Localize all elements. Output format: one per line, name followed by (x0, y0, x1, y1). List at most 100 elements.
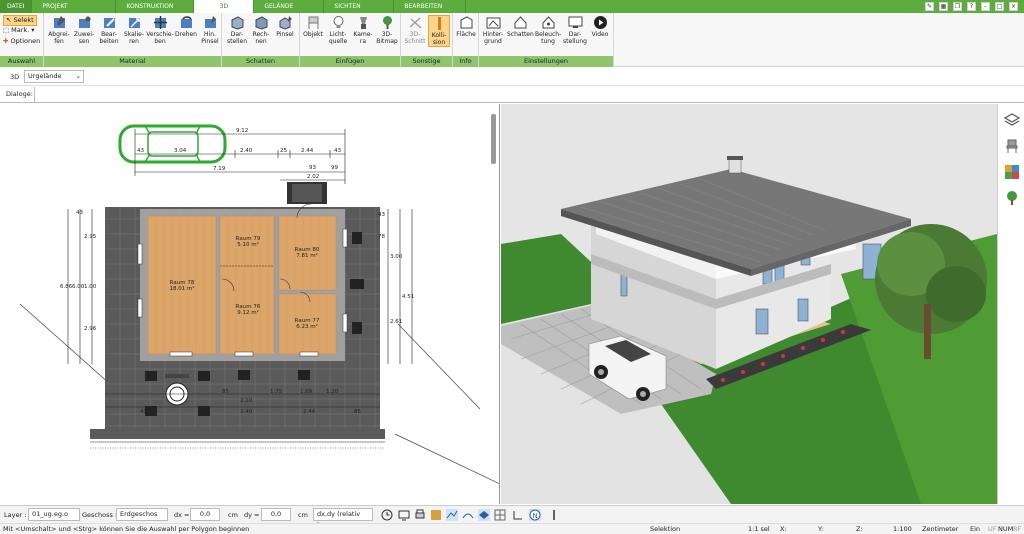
hint-text: Mit <Umschalt> und <Strg> können Sie die… (3, 525, 250, 533)
move-icon (153, 16, 167, 29)
chair-icon (308, 16, 318, 29)
dim-label: 1.00 (84, 284, 97, 290)
camera-icon (359, 17, 367, 29)
mode-indicator: Selektion (650, 525, 681, 533)
tab-datei[interactable]: DATEI (0, 0, 33, 13)
help-icon[interactable]: ? (967, 2, 976, 11)
tab-projekt[interactable]: PROJEKT (32, 0, 117, 13)
tree-icon (382, 16, 392, 29)
group-label-sonstige: Sonstige (401, 56, 452, 67)
mark-button[interactable]: ⬚ Mark. ▾ (3, 26, 35, 35)
coordinate-mode-select[interactable]: dx,dy (relativ ka (313, 508, 373, 529)
close-icon[interactable]: × (1009, 2, 1018, 11)
drehen-button[interactable]: Drehen (175, 15, 197, 38)
kollision-button[interactable]: Kolli-sion (428, 15, 450, 47)
layer-label: Layer : (4, 511, 27, 519)
darstellung-button[interactable]: Dar-stellung (563, 15, 587, 45)
plane-icon[interactable] (478, 509, 490, 521)
restore-icon[interactable]: ❐ (953, 2, 962, 11)
palette-icon[interactable] (1004, 164, 1020, 180)
pinsel-button[interactable]: Pinsel (274, 15, 296, 38)
beleuchtung-button[interactable]: Beleuch-tung (535, 15, 561, 45)
skalieren-button[interactable]: Skalie-ren (123, 15, 145, 45)
maximize-icon[interactable]: □ (995, 2, 1004, 11)
pencil-icon[interactable]: ✎ (925, 2, 934, 11)
collision-icon (437, 17, 441, 30)
geschoss-select[interactable]: Erdgeschos (116, 508, 168, 521)
zuweisen-button[interactable]: Zuwei-sen (73, 15, 95, 45)
schatten-settings-button[interactable]: Schatten (507, 15, 534, 38)
kamera-button[interactable]: Kame-ra (352, 15, 374, 45)
terrain-select-value: Urgelände (28, 72, 62, 80)
lichtquelle-button[interactable]: Licht-quelle (326, 15, 350, 45)
grid-icon[interactable] (494, 509, 506, 521)
selection-count: 1:1 sel (748, 525, 770, 533)
tab-3d[interactable]: 3D (194, 0, 255, 13)
dim-label: 2.40 (240, 409, 253, 415)
play-icon (593, 16, 607, 29)
minimize-icon[interactable]: – (981, 2, 990, 11)
dx-input[interactable]: 0,0 (190, 508, 220, 521)
video-button[interactable]: Video (589, 15, 611, 38)
tab-konstruktion[interactable]: KONSTRUKTION (116, 0, 195, 13)
abgreifen-button[interactable]: Abgrei-fen (48, 15, 70, 45)
view-selector-bar: 3D Urgelände ⌄ (0, 68, 1024, 86)
dy-input[interactable]: 0,0 (261, 508, 291, 521)
objekt-button[interactable]: Objekt (302, 15, 324, 38)
section-icon (409, 17, 421, 29)
optionen-button[interactable]: ✚ Optionen (3, 37, 40, 46)
scale-indicator: 1:100 (893, 525, 912, 533)
print-icon[interactable] (414, 509, 426, 521)
floor-plan-view[interactable]: Raum 78 18.01 m² Raum 79 5.10 m² Raum 80 7.… (0, 104, 500, 504)
tab-bearbeiten[interactable]: BEARBEITEN (394, 0, 467, 13)
flaeche-button[interactable]: Fläche (455, 15, 477, 38)
3d-view[interactable] (501, 104, 997, 504)
dim-label: 1.75 (270, 389, 283, 395)
layers-icon[interactable] (1004, 112, 1020, 128)
rechnen-button[interactable]: Rech-nen (250, 15, 272, 45)
layout-icon[interactable]: ▦ (939, 2, 948, 11)
brush-icon (204, 16, 216, 28)
hin-pinsel-button[interactable]: Hin. Pinsel (199, 15, 221, 45)
room-label-78: Raum 78 18.01 m² (169, 280, 195, 292)
screen-icon[interactable] (398, 509, 410, 521)
3d-bitmap-button[interactable]: 3D-Bitmap (376, 15, 398, 45)
layer-select[interactable]: 01_ug.eg.o (28, 508, 80, 521)
group-label-einfuegen: Einfügen (300, 56, 400, 67)
dim-label: 25 (280, 148, 287, 154)
darstellen-button[interactable]: Dar-stellen (226, 15, 248, 45)
clock-icon[interactable] (381, 509, 393, 521)
pin-icon[interactable] (548, 509, 560, 521)
dim-label: 2.10 (240, 398, 253, 404)
geschoss-label: Geschoss : (82, 511, 118, 519)
group-label-auswahl: Auswahl (0, 56, 43, 67)
verschieben-button[interactable]: Verschie-ben (146, 15, 174, 45)
dim-label: 99 (331, 165, 338, 171)
x-coordinate: X: (780, 525, 787, 533)
dim-label: 6.00 (72, 284, 85, 290)
tree-icon[interactable] (1004, 190, 1020, 206)
plus-icon: ✚ (3, 37, 9, 45)
house-shadow-icon (514, 16, 526, 29)
chair-icon[interactable] (1004, 138, 1020, 154)
snap-icon[interactable] (430, 509, 442, 521)
hintergrund-button[interactable]: Hinter-grund (481, 15, 505, 45)
divider (34, 87, 35, 103)
line-snap-icon[interactable] (446, 509, 458, 521)
north-icon[interactable]: N (529, 509, 541, 521)
cube-shade-icon (231, 16, 243, 30)
tab-sichten[interactable]: SICHTEN (324, 0, 395, 13)
terrain-select[interactable]: Urgelände ⌄ (24, 70, 84, 83)
material-edit-icon (103, 18, 115, 28)
bearbeiten-button[interactable]: Bear-beiten (98, 15, 120, 45)
dim-label: 43 (378, 212, 385, 218)
dim-label: 6.86 (60, 284, 73, 290)
tab-gelaende[interactable]: GELÄNDE (254, 0, 325, 13)
3d-schnitt-button[interactable]: 3D-Schnitt (404, 15, 426, 45)
ortho-icon[interactable] (512, 509, 524, 521)
room-label-80: Raum 80 7.81 m² (294, 247, 320, 259)
rf-indicator: RF (1013, 525, 1022, 533)
view-mode-label: 3D (10, 73, 20, 81)
curve-icon[interactable] (462, 509, 474, 521)
selekt-button[interactable]: ↖ Selekt (3, 15, 37, 26)
